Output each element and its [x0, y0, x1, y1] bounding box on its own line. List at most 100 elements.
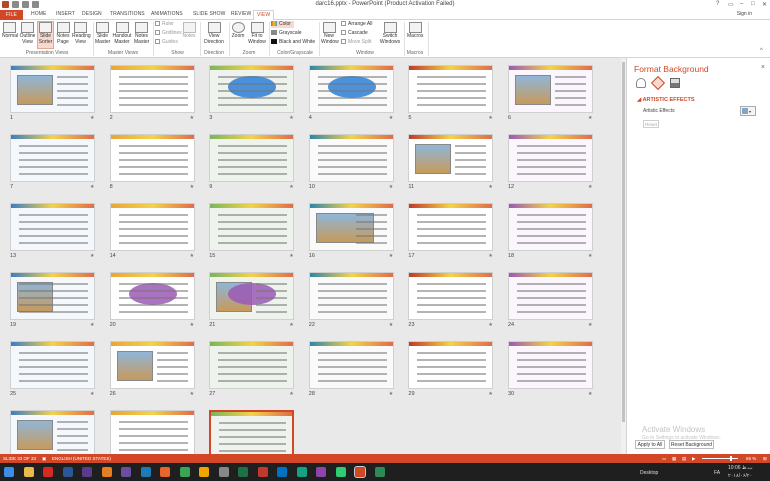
- slide-thumbnail[interactable]: [408, 272, 494, 320]
- notes-page-button[interactable]: Notes Page: [56, 22, 70, 45]
- reading-view-icon[interactable]: ▤: [682, 456, 686, 462]
- language-indicator[interactable]: ENGLISH (UNITED STATES): [52, 456, 111, 461]
- file-explorer-icon[interactable]: [23, 467, 34, 477]
- outlook-icon[interactable]: [277, 467, 287, 477]
- slide-thumbnail[interactable]: [408, 341, 494, 389]
- slide-thumbnail[interactable]: [10, 203, 95, 251]
- black-and-white-button[interactable]: Black and White: [271, 39, 315, 46]
- excel-icon[interactable]: [238, 467, 248, 477]
- spelling-icon[interactable]: ▣: [42, 456, 46, 462]
- artistic-effects-section[interactable]: ◢ ARTISTIC EFFECTS: [637, 97, 695, 103]
- slide-thumbnail[interactable]: [508, 134, 593, 182]
- clock-time[interactable]: 10:06 ب.ظ: [728, 465, 753, 471]
- collapse-ribbon-icon[interactable]: ^: [760, 48, 763, 54]
- guides-checkbox[interactable]: Guides: [155, 39, 178, 46]
- app-icon[interactable]: [335, 467, 346, 477]
- reset-background-button[interactable]: Reset Background: [669, 440, 714, 449]
- slide-thumbnail[interactable]: [109, 272, 195, 320]
- word-icon[interactable]: [62, 467, 73, 477]
- tab-home[interactable]: HOME: [31, 11, 46, 17]
- slide-thumbnail[interactable]: [109, 65, 195, 113]
- app-icon[interactable]: [296, 467, 307, 477]
- arrange-all-button[interactable]: Arrange All: [341, 21, 372, 28]
- slide-thumbnail[interactable]: [308, 272, 394, 320]
- fit-slide-icon[interactable]: ⊞: [763, 456, 767, 462]
- reading-view-button[interactable]: Reading View: [72, 22, 91, 45]
- slide-thumbnail[interactable]: [508, 272, 593, 320]
- normal-view-button[interactable]: Normal: [2, 22, 18, 40]
- xbox-icon[interactable]: [374, 467, 385, 477]
- tab-animations[interactable]: ANIMATIONS: [151, 11, 183, 17]
- start-icon[interactable]: [4, 467, 14, 477]
- illustrator-icon[interactable]: [101, 467, 112, 477]
- photoshop-icon[interactable]: [140, 467, 151, 477]
- tab-file[interactable]: FILE: [0, 10, 23, 20]
- move-split-button[interactable]: Move Split: [341, 39, 371, 46]
- zoom-button[interactable]: Zoom: [231, 22, 245, 40]
- slide-thumbnail[interactable]: [109, 134, 195, 182]
- slide-thumbnail[interactable]: [308, 341, 394, 389]
- slide-thumbnail[interactable]: [508, 65, 593, 113]
- sign-in-link[interactable]: Sign in: [737, 11, 752, 17]
- slide-thumbnail[interactable]: [508, 203, 593, 251]
- input-language[interactable]: FA: [714, 470, 720, 476]
- tab-review[interactable]: REVIEW: [231, 11, 251, 17]
- fill-bucket-icon[interactable]: [636, 78, 646, 88]
- tab-insert[interactable]: INSERT: [56, 11, 75, 17]
- premiere-icon[interactable]: [82, 467, 92, 477]
- media-player-icon[interactable]: [199, 467, 209, 477]
- slide-thumbnail[interactable]: [308, 203, 394, 251]
- fit-to-window-button[interactable]: Fit to Window: [247, 22, 267, 45]
- slide-thumbnail[interactable]: [209, 341, 295, 389]
- ruler-checkbox[interactable]: Ruler: [155, 21, 174, 28]
- help-icon[interactable]: ?: [716, 1, 719, 7]
- notes-button[interactable]: Notes: [182, 22, 196, 40]
- handout-master-button[interactable]: Handout Master: [112, 22, 132, 45]
- slide-thumbnail[interactable]: [408, 203, 494, 251]
- outline-view-button[interactable]: Outline View: [19, 22, 36, 45]
- after-effects-icon[interactable]: [121, 467, 131, 477]
- close-icon[interactable]: ✕: [762, 1, 767, 8]
- slide-thumbnail[interactable]: [10, 341, 95, 389]
- gridlines-checkbox[interactable]: Gridlines: [155, 30, 182, 37]
- color-button[interactable]: Color: [271, 21, 294, 28]
- firefox-icon[interactable]: [160, 467, 170, 477]
- macros-button[interactable]: Macros: [407, 22, 423, 40]
- desktop-toolbar-label[interactable]: Desktop: [640, 470, 658, 476]
- slide-thumbnail[interactable]: [408, 65, 494, 113]
- slide-thumbnail[interactable]: [408, 134, 494, 182]
- slide-thumbnail[interactable]: [508, 341, 593, 389]
- zoom-level[interactable]: 66 %: [746, 456, 756, 461]
- app-icon[interactable]: [316, 467, 326, 477]
- slide-sorter-button[interactable]: Slide Sorter: [37, 21, 54, 49]
- clock-date[interactable]: ۲۰۱۸/۰۶/۲۰: [728, 473, 752, 479]
- slide-thumbnail[interactable]: [10, 410, 95, 454]
- settings-icon[interactable]: [218, 467, 229, 477]
- slide-thumbnail[interactable]: [209, 203, 295, 251]
- app-icon[interactable]: [257, 467, 268, 477]
- slide-thumbnail[interactable]: [109, 410, 195, 454]
- slide-thumbnail[interactable]: [10, 65, 95, 113]
- slide-thumbnail[interactable]: [209, 134, 295, 182]
- close-icon[interactable]: ×: [761, 64, 765, 71]
- apply-to-all-button[interactable]: Apply to All: [635, 440, 665, 449]
- tab-design[interactable]: DESIGN: [82, 11, 102, 17]
- view-direction-button[interactable]: View Direction: [202, 22, 226, 45]
- scrollbar-thumb[interactable]: [622, 62, 625, 422]
- chrome-icon[interactable]: [179, 467, 190, 477]
- slideshow-icon[interactable]: ▶: [692, 456, 695, 462]
- minimize-icon[interactable]: –: [740, 1, 743, 7]
- tab-view[interactable]: VIEW: [253, 10, 275, 20]
- slide-thumbnail[interactable]: [209, 410, 295, 454]
- slide-thumbnail[interactable]: [109, 203, 195, 251]
- slide-thumbnail[interactable]: [10, 272, 95, 320]
- zoom-slider-thumb[interactable]: [730, 456, 732, 461]
- new-window-button[interactable]: New Window: [321, 22, 339, 45]
- slide-sorter-icon[interactable]: ▦: [672, 456, 676, 462]
- maximize-icon[interactable]: □: [751, 1, 755, 7]
- acrobat-icon[interactable]: [43, 467, 53, 477]
- zoom-slider[interactable]: [702, 458, 738, 459]
- slide-master-button[interactable]: Slide Master: [95, 22, 110, 45]
- slide-thumbnail[interactable]: [209, 65, 295, 113]
- notes-master-button[interactable]: Notes Master: [134, 22, 149, 45]
